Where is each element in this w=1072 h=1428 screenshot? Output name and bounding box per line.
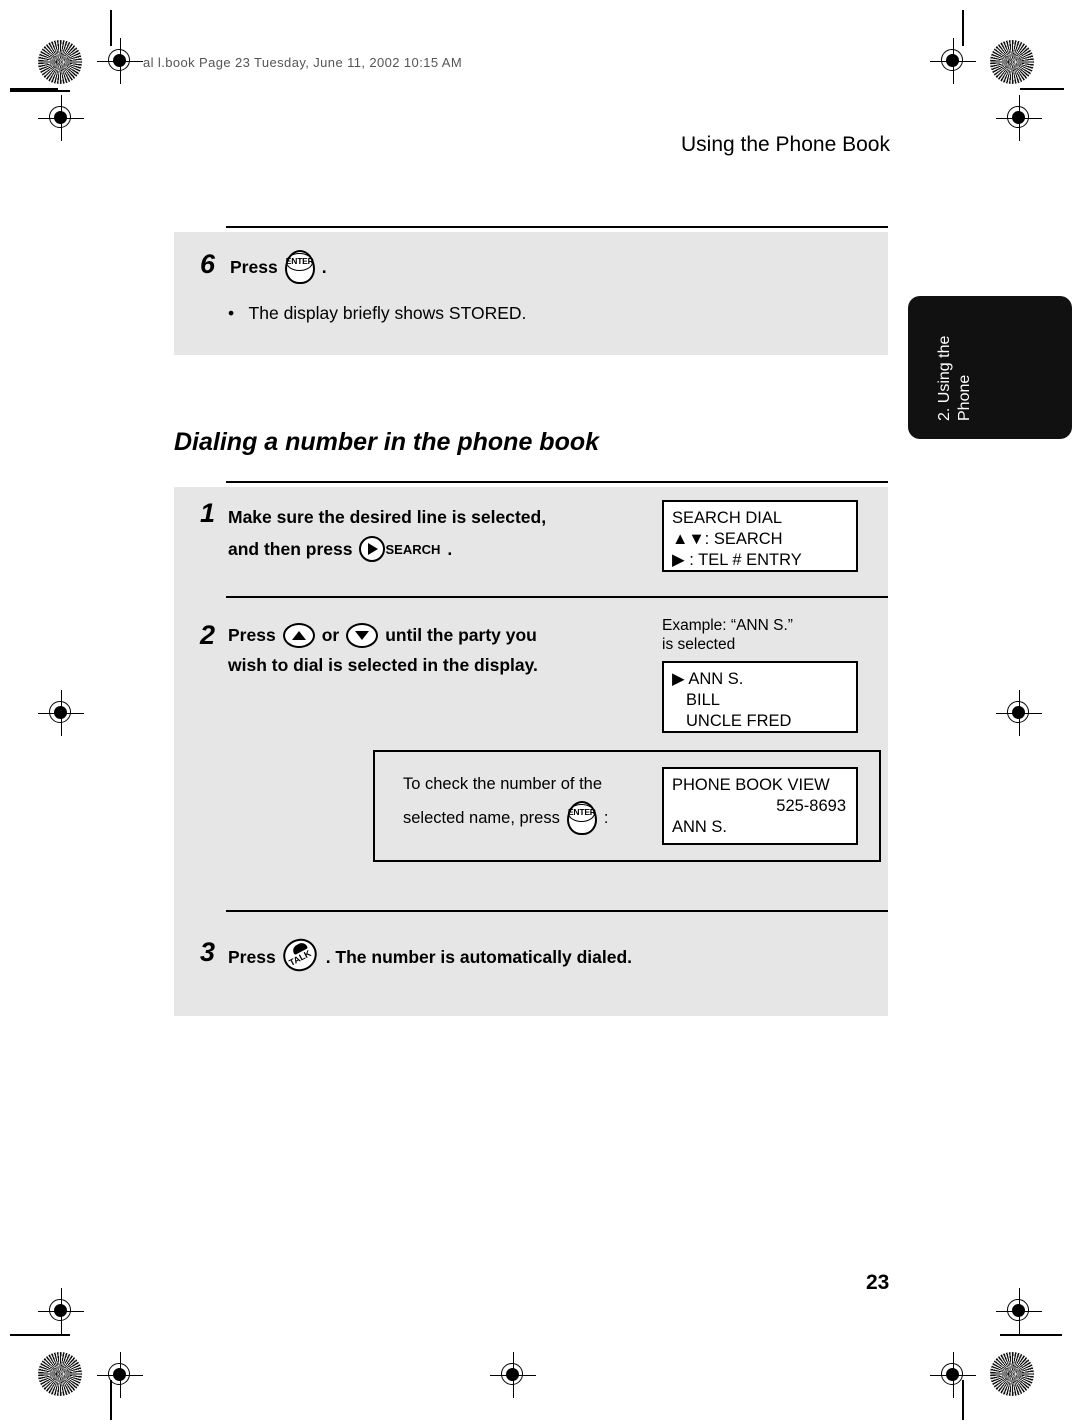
step3-text-before: Press — [228, 946, 276, 967]
trim-mark-right-lower — [1000, 1334, 1062, 1336]
bullet-marker: • — [228, 303, 235, 323]
talk-key-icon[interactable]: TALK — [277, 932, 323, 978]
trim-mark-top-right-vertical — [962, 10, 964, 46]
step3-instruction: Press TALK . The number is automatically… — [228, 932, 633, 978]
divider-above-step6 — [226, 226, 888, 228]
registration-crosshair-left-middle — [38, 690, 84, 736]
step6-number: 6 — [200, 249, 216, 279]
trim-mark-left-lower — [10, 1334, 70, 1336]
lcd-phone-book-view: PHONE BOOK VIEW 525-8693 ANN S. — [662, 767, 858, 845]
registration-starburst-top-right — [990, 40, 1034, 84]
note-line1: To check the number of the — [403, 775, 603, 793]
step1-line1: Make sure the desired line is selected, — [228, 507, 547, 527]
trim-mark-top-left-vertical — [110, 10, 112, 46]
registration-crosshair-bottom-center — [490, 1352, 536, 1398]
registration-crosshair-left-upper — [38, 95, 84, 141]
step1-text-before: and then press — [228, 538, 353, 559]
registration-starburst-top-left — [38, 40, 82, 84]
print-doc-code: al l.book Page 23 Tuesday, June 11, 2002… — [143, 55, 463, 70]
divider-between-step2-step3 — [226, 910, 888, 912]
trim-mark-bottom-left-vertical — [110, 1380, 112, 1420]
step2-text-after: until the party you — [385, 624, 537, 645]
registration-crosshair-right-lower — [996, 1288, 1042, 1334]
registration-crosshair-bottom-left — [97, 1352, 143, 1398]
enter-key-label-note: ENTER — [567, 807, 596, 817]
registration-crosshair-right-middle — [996, 690, 1042, 736]
step3-number: 3 — [200, 937, 216, 967]
search-key-label: SEARCH — [385, 541, 441, 557]
enter-key-label: ENTER — [285, 256, 314, 266]
search-key-icon[interactable] — [359, 536, 386, 562]
note-text-after: : — [603, 808, 609, 827]
chapter-tab: 2. Using the Phone — [908, 296, 1072, 439]
divider-above-step1 — [226, 481, 888, 483]
registration-crosshair-top-left — [97, 38, 143, 84]
note-line2: selected name, press ENTER : — [403, 801, 609, 835]
registration-crosshair-top-right — [930, 38, 976, 84]
lcd-name-list-line3: UNCLE FRED — [686, 712, 792, 730]
lcd-phone-book-view-line2: 525-8693 — [776, 797, 846, 815]
step6-bullet: • The display briefly shows STORED. — [228, 302, 526, 324]
registration-starburst-bottom-right — [990, 1352, 1034, 1396]
step6-text-after: . — [321, 256, 327, 277]
step2-or-text: or — [321, 624, 340, 645]
note-text-before: selected name, press — [403, 808, 560, 827]
lcd-name-list-line1: ▶ ANN S. — [672, 670, 744, 688]
step1-text-after: . — [447, 538, 453, 559]
lcd-search-dial-line2: ▲▼: SEARCH — [672, 530, 783, 548]
step2-example-label-line2: is selected — [662, 636, 736, 653]
step3-text-after: . The number is automatically dialed. — [325, 946, 633, 967]
lcd-search-dial-line1: SEARCH DIAL — [672, 509, 783, 527]
enter-key-icon[interactable]: ENTER — [284, 250, 315, 284]
step6-text-before: Press — [230, 256, 278, 277]
trim-mark-left-upper — [10, 90, 70, 92]
enter-key-icon-note[interactable]: ENTER — [566, 801, 597, 835]
step6-bullet-text: The display briefly shows STORED. — [248, 303, 527, 323]
step6-instruction: Press ENTER . — [230, 250, 327, 284]
down-arrow-key-icon[interactable] — [346, 622, 379, 648]
divider-between-step1-step2 — [226, 596, 888, 598]
step2-line2: wish to dial is selected in the display. — [228, 655, 538, 675]
registration-crosshair-bottom-right — [930, 1352, 976, 1398]
step1-number: 1 — [200, 498, 216, 528]
lcd-name-list-line2: BILL — [686, 691, 720, 709]
chapter-tab-label-line2: Phone — [956, 374, 973, 421]
lcd-search-dial-line3: ▶ : TEL # ENTRY — [672, 551, 802, 569]
registration-crosshair-right-upper — [996, 95, 1042, 141]
trim-mark-bottom-right-vertical — [962, 1380, 964, 1420]
lcd-phone-book-view-line3: ANN S. — [672, 818, 728, 836]
lcd-phone-book-view-line1: PHONE BOOK VIEW — [672, 776, 830, 794]
step6-panel — [174, 232, 888, 355]
page-running-head: Using the Phone Book — [681, 133, 890, 156]
registration-crosshair-left-lower — [38, 1288, 84, 1334]
registration-starburst-bottom-left — [38, 1352, 82, 1396]
section-title: Dialing a number in the phone book — [174, 428, 600, 456]
up-arrow-key-icon[interactable] — [282, 622, 315, 648]
step1-line2: and then press SEARCH . — [228, 534, 452, 564]
trim-mark-right-top-horizontal — [1020, 88, 1064, 90]
step2-example-label-line1: Example: “ANN S.” — [662, 617, 793, 634]
chapter-tab-label-line1: 2. Using the — [936, 335, 953, 421]
lcd-search-dial: SEARCH DIAL ▲▼: SEARCH ▶ : TEL # ENTRY — [662, 500, 858, 572]
step2-text-before: Press — [228, 624, 276, 645]
step2-number: 2 — [200, 620, 216, 650]
lcd-name-list: ▶ ANN S. BILL UNCLE FRED — [662, 661, 858, 733]
step2-line1: Press or until the party you — [228, 620, 537, 650]
page-number: 23 — [866, 1271, 890, 1294]
